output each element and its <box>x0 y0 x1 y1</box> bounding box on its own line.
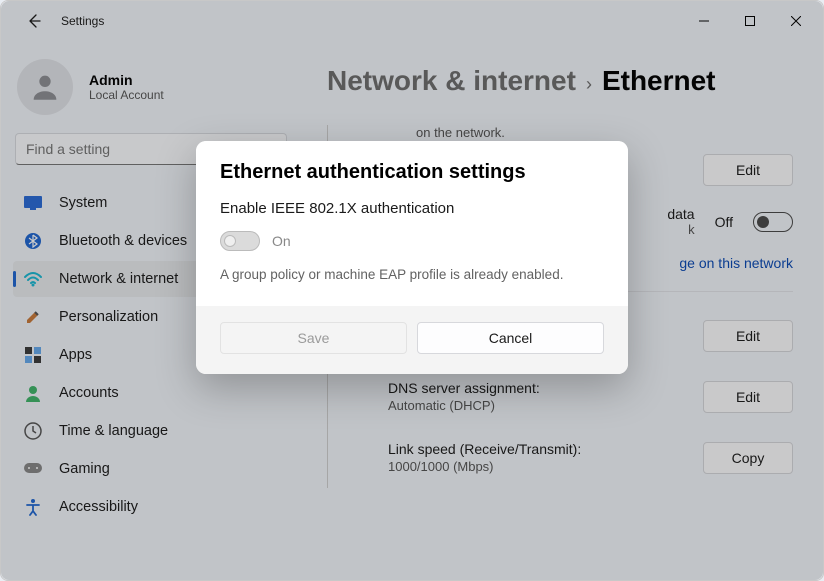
modal-overlay: Ethernet authentication settings Enable … <box>1 1 823 580</box>
dialog-hint: A group policy or machine EAP profile is… <box>220 267 604 282</box>
dialog-title: Ethernet authentication settings <box>220 161 604 184</box>
settings-window: Settings Adm <box>1 1 823 580</box>
ieee8021x-toggle <box>220 231 260 251</box>
save-button: Save <box>220 322 407 354</box>
ethernet-auth-dialog: Ethernet authentication settings Enable … <box>196 141 628 374</box>
toggle-label: On <box>272 233 291 249</box>
dialog-subtitle: Enable IEEE 802.1X authentication <box>220 200 604 217</box>
cancel-button[interactable]: Cancel <box>417 322 604 354</box>
